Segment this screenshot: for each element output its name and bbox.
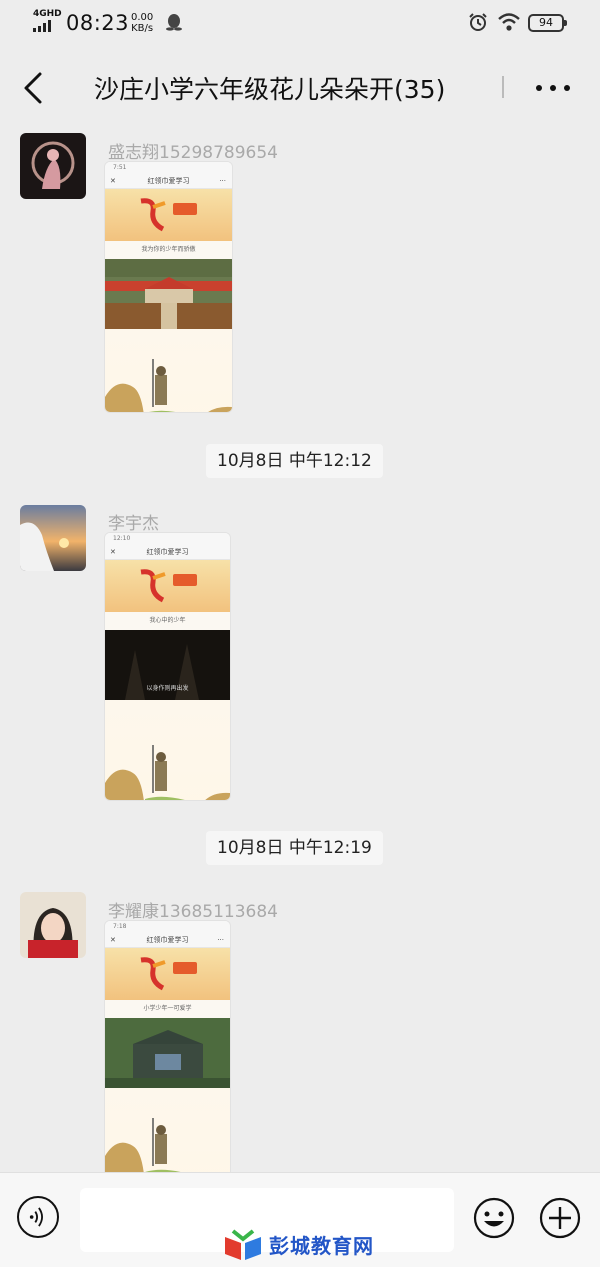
screenshot-navbar: ✕ 红领巾爱学习 ··· <box>105 174 232 189</box>
screenshot-page-title: 红领巾爱学习 <box>147 177 190 185</box>
wifi-icon <box>498 13 520 31</box>
sender-name: 李耀康13685113684 <box>108 902 278 922</box>
screenshot-illustration <box>105 700 230 800</box>
screenshot-navbar: ✕ 红领巾爱学习 ··· <box>105 933 230 948</box>
banner-tag <box>173 574 197 586</box>
book-logo-icon <box>225 1229 261 1260</box>
more-options-button[interactable] <box>536 76 570 100</box>
status-time: 08:23 <box>66 11 130 35</box>
screenshot-illustration <box>105 329 232 412</box>
battery-indicator: 94 <box>528 14 567 32</box>
emoji-button[interactable] <box>472 1196 516 1240</box>
plus-button[interactable] <box>538 1196 582 1240</box>
chat-header: 沙庄小学六年级花儿朵朵开(35) <box>0 46 600 130</box>
screenshot-page-title: 红领巾爱学习 <box>146 548 189 556</box>
screenshot-photo <box>105 259 232 329</box>
red-scarf-logo-icon <box>140 957 166 991</box>
avatar[interactable] <box>20 892 86 958</box>
red-scarf-logo-icon <box>140 569 166 603</box>
alarm-icon <box>469 13 487 31</box>
chat-title: 沙庄小学六年级花儿朵朵开(35) <box>94 75 446 104</box>
signal-icon <box>33 20 51 32</box>
watermark-text: 彭城教育网 <box>269 1233 374 1258</box>
screenshot-status-time: 12:10 <box>105 533 230 545</box>
screenshot-navbar: ✕ 红领巾爱学习 <box>105 545 230 560</box>
banner-tag <box>173 962 197 974</box>
screenshot-status-time: 7:51 <box>105 162 232 174</box>
avatar[interactable] <box>20 505 86 571</box>
status-bar: 4GHD 08:23 0.00 KB/s 94 <box>0 0 600 46</box>
screenshot-subtitle: 我心中的少年 <box>105 612 230 630</box>
more-icon: ··· <box>219 177 226 185</box>
screenshot-subtitle: 小学少年一可爱学 <box>105 1000 230 1018</box>
network-speed: 0.00 KB/s <box>131 12 153 34</box>
screenshot-banner <box>105 560 230 612</box>
timestamp: 10月8日 中午12:12 <box>206 444 383 478</box>
screenshot-illustration <box>105 1088 230 1172</box>
screenshot-page-title: 红领巾爱学习 <box>146 936 189 944</box>
image-message[interactable]: 7:18 ✕ 红领巾爱学习 ··· 小学少年一可爱学 <box>105 921 230 1172</box>
more-icon: ··· <box>217 936 224 944</box>
watermark: 彭城教育网 <box>223 1226 374 1262</box>
network-type: 4GHD <box>33 9 62 19</box>
screenshot-status-time: 7:18 <box>105 921 230 933</box>
sender-name: 李宇杰 <box>108 514 159 534</box>
screenshot-photo <box>105 1018 230 1088</box>
timestamp: 10月8日 中午12:19 <box>206 831 383 865</box>
video-caption: 以身作则再出发 <box>146 685 189 692</box>
speed-value: 0.00 <box>131 12 154 23</box>
speed-unit: KB/s <box>131 23 154 34</box>
sender-name: 盛志翔15298789654 <box>108 143 278 163</box>
screenshot-subtitle: 我为你的少年而骄傲 <box>105 241 232 259</box>
avatar[interactable] <box>20 133 86 199</box>
title-overflow-marker <box>502 76 504 98</box>
banner-tag <box>173 203 197 215</box>
qq-penguin-icon <box>166 14 182 31</box>
image-message[interactable]: 12:10 ✕ 红领巾爱学习 我心中的少年 以身作则再出发 <box>105 533 230 800</box>
screenshot-banner <box>105 189 232 241</box>
image-message[interactable]: 7:51 ✕ 红领巾爱学习 ··· 我为你的少年而骄傲 <box>105 162 232 412</box>
back-button[interactable] <box>20 68 48 108</box>
screenshot-banner <box>105 948 230 1000</box>
red-scarf-logo-icon <box>140 198 166 232</box>
screenshot-video: 以身作则再出发 <box>105 630 230 700</box>
voice-input-button[interactable] <box>17 1196 59 1238</box>
